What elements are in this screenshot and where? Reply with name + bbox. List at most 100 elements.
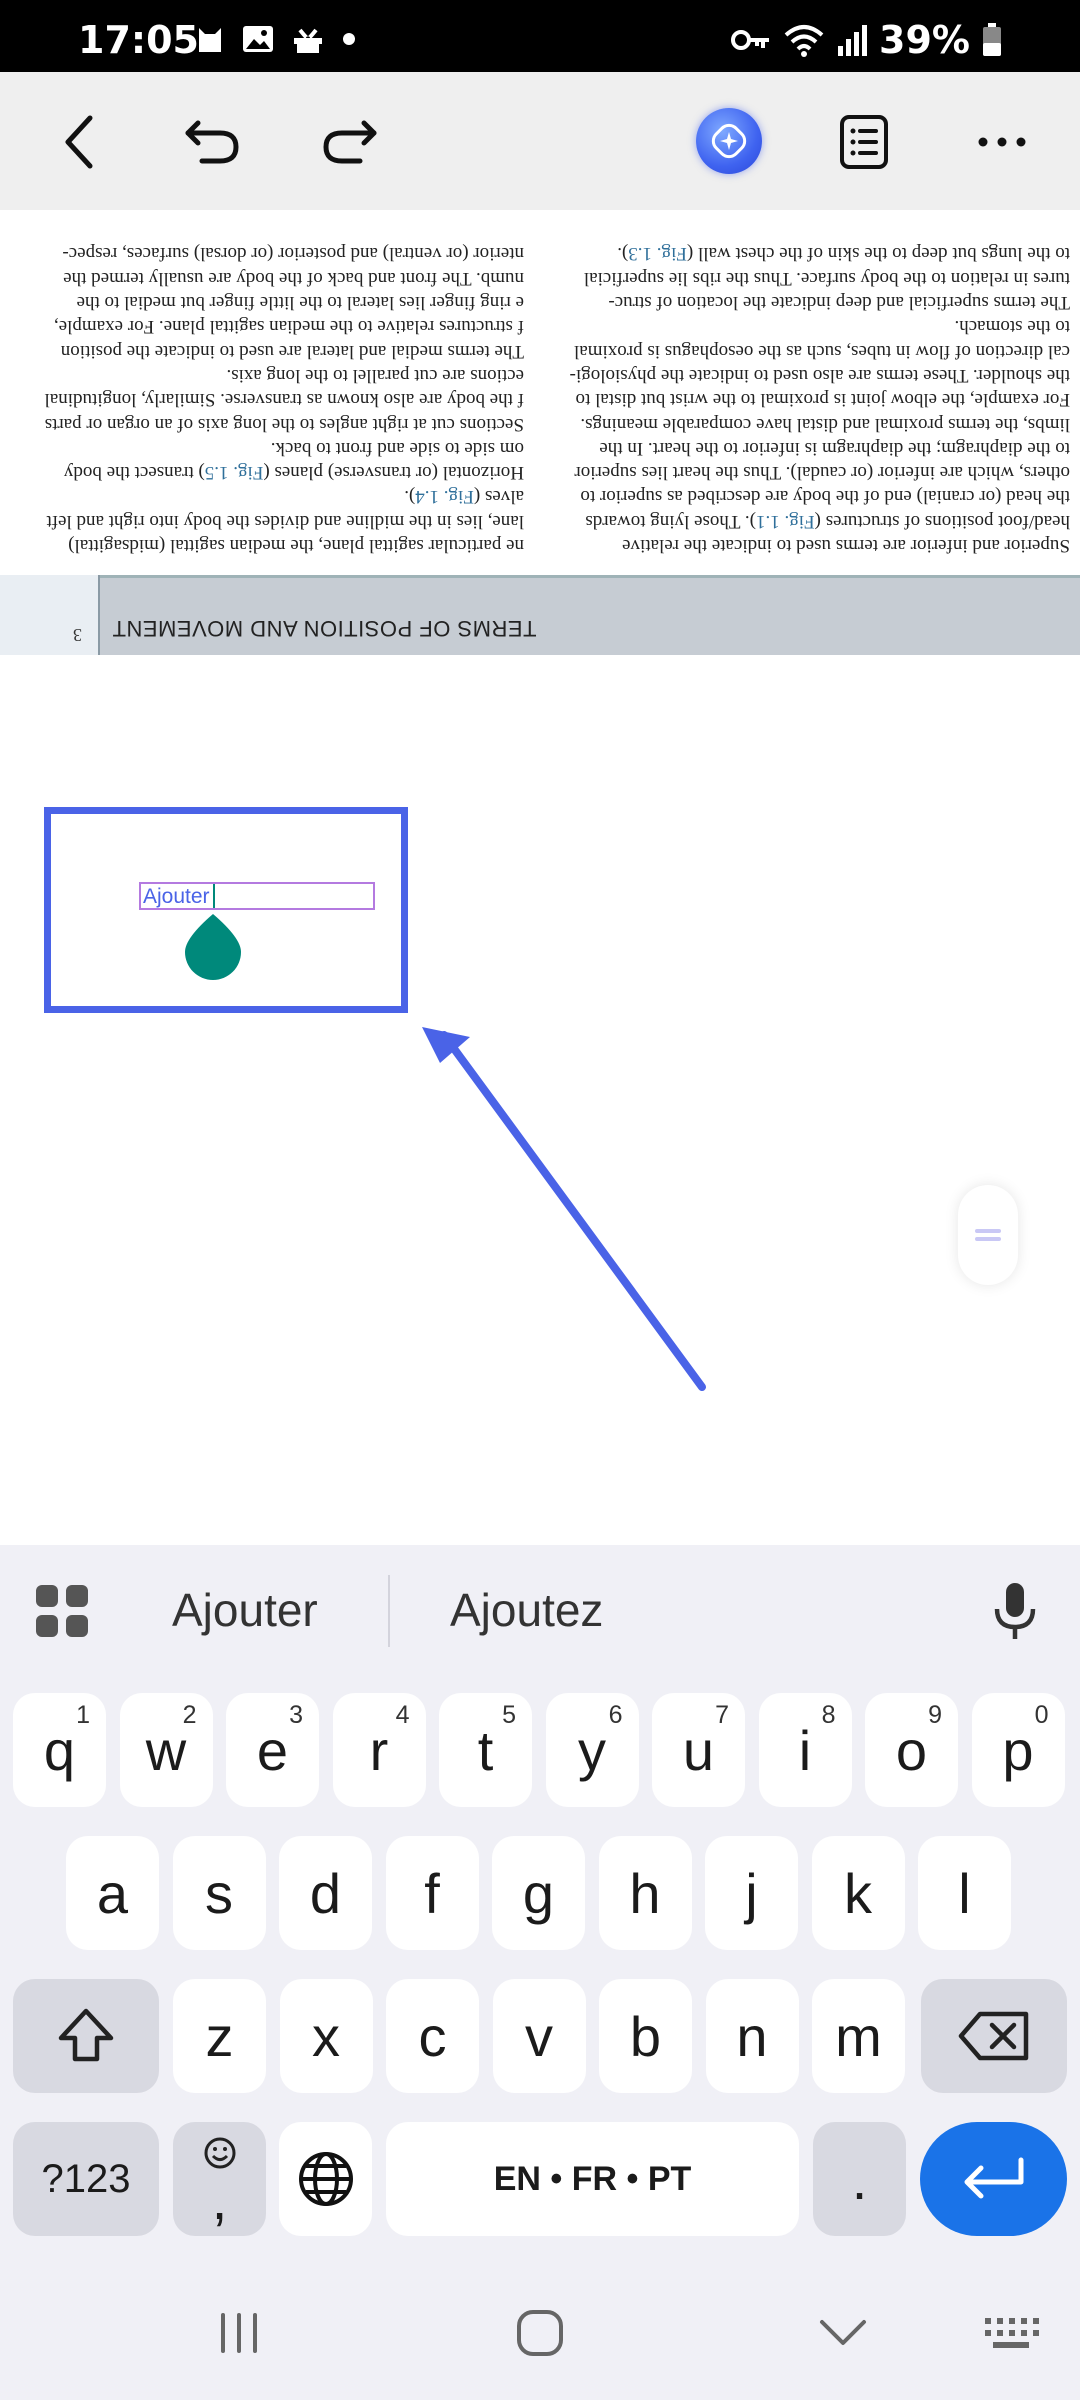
outline-button[interactable] xyxy=(824,102,904,182)
text-line: the head (or cranial) end of the body ar… xyxy=(560,484,1070,508)
hide-keyboard-button[interactable] xyxy=(808,2301,878,2365)
key-o[interactable]: o9 xyxy=(865,1693,958,1807)
document-view[interactable]: TERMS OF POSITION AND MOVEMENT 3 Superio… xyxy=(0,210,1080,655)
key-k[interactable]: k xyxy=(811,1836,905,1950)
text-line: head/foot positions of structures (Fig. … xyxy=(560,508,1070,532)
text-line: The terms medial and lateral are used to… xyxy=(14,338,524,362)
key-d[interactable]: d xyxy=(279,1836,372,1950)
key-v[interactable]: v xyxy=(492,1979,586,2093)
key-x[interactable]: x xyxy=(279,1979,373,2093)
back-icon xyxy=(65,115,93,169)
recent-apps-button[interactable] xyxy=(204,2301,274,2365)
key-g[interactable]: g xyxy=(492,1836,585,1950)
text-line-post: ). xyxy=(404,486,416,508)
text-line: alves (Fig. 1.4). xyxy=(14,484,524,508)
figure-reference-link[interactable]: Fig. 1.3 xyxy=(628,243,687,264)
text-line-pre: ne particular sagittal plane, the median… xyxy=(68,535,524,556)
redo-button[interactable] xyxy=(310,102,390,182)
figure-reference-link[interactable]: Fig. 1.5 xyxy=(205,462,264,483)
key-s[interactable]: s xyxy=(172,1836,266,1950)
microphone-icon[interactable] xyxy=(990,1581,1040,1641)
enter-key[interactable] xyxy=(920,2122,1067,2236)
key-n[interactable]: n xyxy=(705,1979,799,2093)
text-line: e ring finger lies lateral to the little… xyxy=(14,290,524,314)
text-line-pre: head/foot positions of structures ( xyxy=(814,510,1070,532)
key-q[interactable]: q1 xyxy=(13,1693,106,1807)
text-line-pre: f structures relative to the median sagi… xyxy=(53,316,524,338)
figure-reference-link[interactable]: Fig. 1.1 xyxy=(756,511,815,532)
symbols-key[interactable]: ?123 xyxy=(13,2122,159,2236)
key-u[interactable]: u7 xyxy=(652,1693,745,1807)
key-y[interactable]: y6 xyxy=(545,1693,639,1807)
suggestion-1[interactable]: Ajouter xyxy=(172,1583,318,1637)
text-line-pre: numb. The front and back of the body are… xyxy=(63,267,524,289)
ai-assistant-button[interactable] xyxy=(696,108,762,174)
figure-reference-link[interactable]: Fig. 1.4 xyxy=(415,486,474,507)
text-line-pre: others, which are inferior (or caudal). … xyxy=(574,462,1070,484)
text-line: f the body are also known as transverse.… xyxy=(14,387,524,411)
key-g-label: g xyxy=(522,1861,555,1925)
backspace-key[interactable] xyxy=(921,1979,1067,2093)
key-e[interactable]: e3 xyxy=(226,1693,319,1807)
text-line: to the lungs but deep to the skin of the… xyxy=(560,241,1070,265)
key-i[interactable]: i8 xyxy=(758,1693,852,1807)
text-line: nterior (or ventral) and posterior (or d… xyxy=(14,241,524,265)
key-h[interactable]: h xyxy=(598,1836,692,1950)
text-line: Sections cut at right angles to the long… xyxy=(14,411,524,435)
key-w[interactable]: w2 xyxy=(119,1693,213,1807)
more-options-button[interactable] xyxy=(962,102,1042,182)
key-c[interactable]: c xyxy=(386,1979,479,2093)
page-number: 3 xyxy=(0,575,100,655)
key-k-label: k xyxy=(844,1861,872,1925)
gallery-notification-icon xyxy=(243,26,273,52)
key-a-label: a xyxy=(96,1861,129,1925)
text-line-pre: For example, the elbow joint is proximal… xyxy=(575,389,1070,411)
home-button[interactable] xyxy=(505,2301,575,2365)
text-line: limbs, the terms proximal and distal hav… xyxy=(560,411,1070,435)
key-q-label: q xyxy=(43,1718,76,1782)
suggestion-2[interactable]: Ajoutez xyxy=(450,1583,603,1637)
keyboard-switch-button[interactable] xyxy=(976,2301,1046,2365)
soft-keyboard: Ajouter Ajoutez q1w2e3r4t5y6u7i8o9p0 asdf… xyxy=(0,1545,1080,2265)
key-a[interactable]: a xyxy=(66,1836,159,1950)
key-z[interactable]: z xyxy=(173,1979,266,2093)
text-line-pre: to the stomach. xyxy=(954,316,1070,338)
key-c-label: c xyxy=(418,2004,447,2068)
annotation-box[interactable]: Ajouter xyxy=(44,807,408,1013)
key-w-hint: 2 xyxy=(182,1701,197,1729)
space-key[interactable]: EN • FR • PT xyxy=(386,2122,799,2236)
key-icon xyxy=(731,30,770,50)
key-f[interactable]: f xyxy=(385,1836,479,1950)
key-t[interactable]: t5 xyxy=(439,1693,532,1807)
undo-icon xyxy=(185,120,239,164)
back-button[interactable] xyxy=(40,102,120,182)
keyboard-icon xyxy=(985,2318,1039,2348)
text-line: For example, the elbow joint is proximal… xyxy=(560,387,1070,411)
cursor-handle-icon[interactable] xyxy=(183,914,243,980)
system-icons: 39% xyxy=(731,18,1002,62)
side-drag-handle[interactable] xyxy=(958,1185,1018,1285)
apps-grid-icon[interactable] xyxy=(34,1583,90,1639)
dot-notification-icon xyxy=(343,33,355,45)
key-j[interactable]: j xyxy=(705,1836,798,1950)
undo-button[interactable] xyxy=(172,102,252,182)
period-key[interactable]: . xyxy=(813,2122,906,2236)
space-key-label: EN • FR • PT xyxy=(493,2159,692,2198)
battery-icon xyxy=(983,23,1001,56)
key-n-label: n xyxy=(736,2004,768,2068)
key-m[interactable]: m xyxy=(812,1979,905,2093)
key-t-hint: 5 xyxy=(502,1701,516,1729)
text-line-pre: The terms medial and lateral are used to… xyxy=(60,340,524,362)
annotation-canvas[interactable]: Ajouter xyxy=(0,655,1080,1545)
key-l[interactable]: l xyxy=(918,1836,1011,1950)
key-b[interactable]: b xyxy=(599,1979,692,2093)
language-key[interactable] xyxy=(279,2122,372,2236)
annotation-text-field[interactable]: Ajouter xyxy=(139,882,375,910)
text-line: Horizontal (or transverse) planes (Fig. … xyxy=(14,460,524,484)
emoji-comma-key[interactable]: , xyxy=(173,2122,266,2236)
key-e-label: e xyxy=(256,1718,289,1782)
symbols-key-label: ?123 xyxy=(41,2156,131,2201)
key-r[interactable]: r4 xyxy=(332,1693,426,1807)
shift-key[interactable] xyxy=(13,1979,159,2093)
key-p[interactable]: p0 xyxy=(971,1693,1065,1807)
